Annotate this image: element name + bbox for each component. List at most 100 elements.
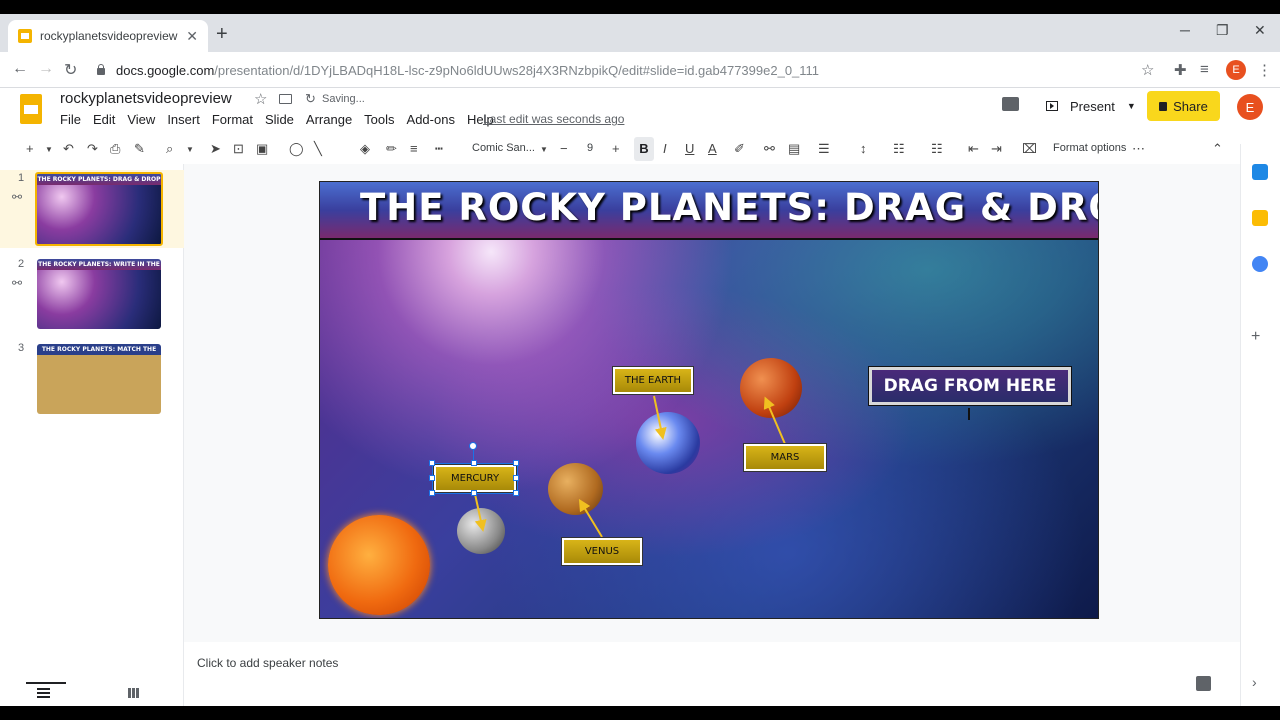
new-slide-dropdown-icon[interactable]: ▼ (45, 145, 53, 154)
resize-handle-ne[interactable] (513, 460, 519, 466)
forward-icon[interactable]: → (38, 60, 54, 78)
font-family-select[interactable]: Comic San... (472, 142, 535, 154)
menu-slide[interactable]: Slide (265, 112, 294, 127)
speaker-notes[interactable]: Click to add speaker notes (184, 642, 1240, 706)
collapse-toolbar-icon[interactable]: ⌃ (1212, 141, 1223, 157)
resize-handle-s[interactable] (471, 490, 477, 496)
border-weight-icon[interactable]: ≡ (410, 141, 418, 156)
rotate-handle[interactable] (469, 442, 477, 450)
resize-handle-e[interactable] (513, 475, 519, 481)
clear-formatting-icon[interactable]: ⌧ (1022, 141, 1037, 157)
menu-view[interactable]: View (127, 112, 155, 127)
extensions-puzzle-icon[interactable]: ✚ (1174, 61, 1187, 79)
document-title[interactable]: rockyplanetsvideopreview (60, 90, 232, 107)
menu-format[interactable]: Format (212, 112, 253, 127)
minimize-icon[interactable]: ─ (1180, 22, 1190, 38)
paint-format-icon[interactable]: ✎ (134, 141, 145, 157)
new-slide-icon[interactable]: + (26, 141, 34, 156)
present-button[interactable]: Present ▼ (1034, 91, 1142, 121)
slide-thumbnail-2[interactable]: THE ROCKY PLANETS: WRITE IN THE BOX (37, 259, 161, 329)
menu-insert[interactable]: Insert (167, 112, 200, 127)
slides-logo-icon[interactable] (20, 94, 42, 124)
resize-handle-sw[interactable] (429, 490, 435, 496)
slide-thumbnail-1[interactable]: THE ROCKY PLANETS: DRAG & DROP (35, 172, 163, 246)
calendar-icon[interactable] (1252, 164, 1268, 180)
label-mars[interactable]: MARS (744, 444, 826, 471)
resize-handle-nw[interactable] (429, 460, 435, 466)
undo-icon[interactable]: ↶ (63, 141, 74, 157)
decrease-indent-icon[interactable]: ⇤ (968, 141, 979, 157)
insert-comment-icon[interactable]: ▤ (788, 141, 800, 157)
more-options-icon[interactable]: ⋯ (1132, 141, 1145, 157)
menu-arrange[interactable]: Arrange (306, 112, 352, 127)
increase-indent-icon[interactable]: ⇥ (991, 141, 1002, 157)
bookmark-star-icon[interactable]: ☆ (1141, 61, 1154, 79)
print-icon[interactable]: ⎙ (110, 141, 120, 157)
reload-icon[interactable]: ↻ (64, 60, 77, 80)
browser-menu-icon[interactable]: ⋮ (1257, 61, 1272, 79)
align-icon[interactable]: ☰ (818, 141, 830, 157)
move-folder-icon[interactable] (279, 94, 292, 104)
explore-icon[interactable] (1196, 676, 1211, 691)
border-color-icon[interactable]: ✏ (386, 141, 397, 157)
increase-font-icon[interactable]: + (612, 141, 620, 156)
resize-handle-se[interactable] (513, 490, 519, 496)
text-color-icon[interactable]: A (708, 141, 717, 156)
slide[interactable]: THE ROCKY PLANETS: DRAG & DROP THE EARTH… (319, 181, 1099, 619)
underline-icon[interactable]: U (685, 141, 694, 156)
fill-color-icon[interactable]: ◈ (360, 141, 370, 157)
browser-tab[interactable]: rockyplanetsvideopreview - Goo ✕ (8, 20, 208, 52)
get-addons-icon[interactable]: + (1251, 328, 1260, 346)
text-box-icon[interactable]: ⊡ (233, 141, 244, 157)
redo-icon[interactable]: ↷ (87, 141, 98, 157)
star-icon[interactable]: ☆ (254, 90, 267, 108)
label-venus[interactable]: VENUS (562, 538, 642, 565)
speaker-notes-placeholder[interactable]: Click to add speaker notes (197, 656, 338, 670)
zoom-icon[interactable]: ⌕ (166, 141, 173, 157)
border-dash-icon[interactable]: ┅ (435, 141, 443, 157)
numbered-list-icon[interactable]: ☷ (893, 141, 905, 157)
comment-history-icon[interactable] (1002, 97, 1019, 111)
italic-icon[interactable]: I (663, 141, 667, 156)
shape-icon[interactable]: ◯ (289, 141, 304, 157)
address-bar[interactable]: docs.google.com/presentation/d/1DYjLBADq… (96, 56, 1126, 84)
share-button[interactable]: Share (1147, 91, 1220, 121)
expand-panel-icon[interactable]: › (1252, 674, 1257, 690)
label-the-earth[interactable]: THE EARTH (613, 367, 693, 394)
format-options-button[interactable]: Format options (1053, 142, 1126, 154)
bold-button[interactable]: B (634, 137, 654, 161)
back-icon[interactable]: ← (12, 60, 28, 78)
last-edit-link[interactable]: Last edit was seconds ago (483, 112, 624, 126)
close-tab-icon[interactable]: ✕ (186, 28, 198, 45)
drag-from-here-box[interactable]: DRAG FROM HERE (869, 367, 1071, 405)
profile-avatar[interactable]: E (1226, 60, 1246, 80)
highlight-icon[interactable]: ✐ (734, 141, 745, 157)
filmstrip-view-icon[interactable] (37, 688, 50, 698)
tasks-icon[interactable] (1252, 256, 1268, 272)
image-icon[interactable]: ▣ (256, 141, 268, 157)
link-icon[interactable]: ⚯ (764, 141, 775, 157)
line-icon[interactable]: ╲ (314, 141, 322, 157)
zoom-dropdown-icon[interactable]: ▼ (186, 145, 194, 154)
present-dropdown-icon[interactable]: ▼ (1127, 101, 1136, 111)
account-avatar[interactable]: E (1237, 94, 1263, 120)
grid-view-icon[interactable] (128, 688, 140, 698)
media-playlist-icon[interactable]: ≡ (1200, 61, 1209, 78)
bulleted-list-icon[interactable]: ☷ (931, 141, 943, 157)
window-close-icon[interactable]: ✕ (1254, 22, 1266, 39)
font-size-input[interactable]: 9 (587, 142, 593, 154)
line-spacing-icon[interactable]: ↕ (860, 141, 867, 156)
maximize-icon[interactable]: ❐ (1216, 22, 1229, 39)
menu-addons[interactable]: Add-ons (407, 112, 455, 127)
resize-handle-n[interactable] (471, 460, 477, 466)
menu-tools[interactable]: Tools (364, 112, 394, 127)
resize-handle-w[interactable] (429, 475, 435, 481)
menu-file[interactable]: File (60, 112, 81, 127)
decrease-font-icon[interactable]: − (560, 141, 568, 156)
new-tab-icon[interactable]: + (216, 24, 228, 44)
slide-thumbnail-3[interactable]: THE ROCKY PLANETS: MATCH THE DEFINITIONS (37, 344, 161, 414)
keep-icon[interactable] (1252, 210, 1268, 226)
font-dropdown-icon[interactable]: ▼ (540, 145, 548, 154)
select-cursor-icon[interactable]: ➤ (210, 141, 221, 157)
menu-edit[interactable]: Edit (93, 112, 115, 127)
